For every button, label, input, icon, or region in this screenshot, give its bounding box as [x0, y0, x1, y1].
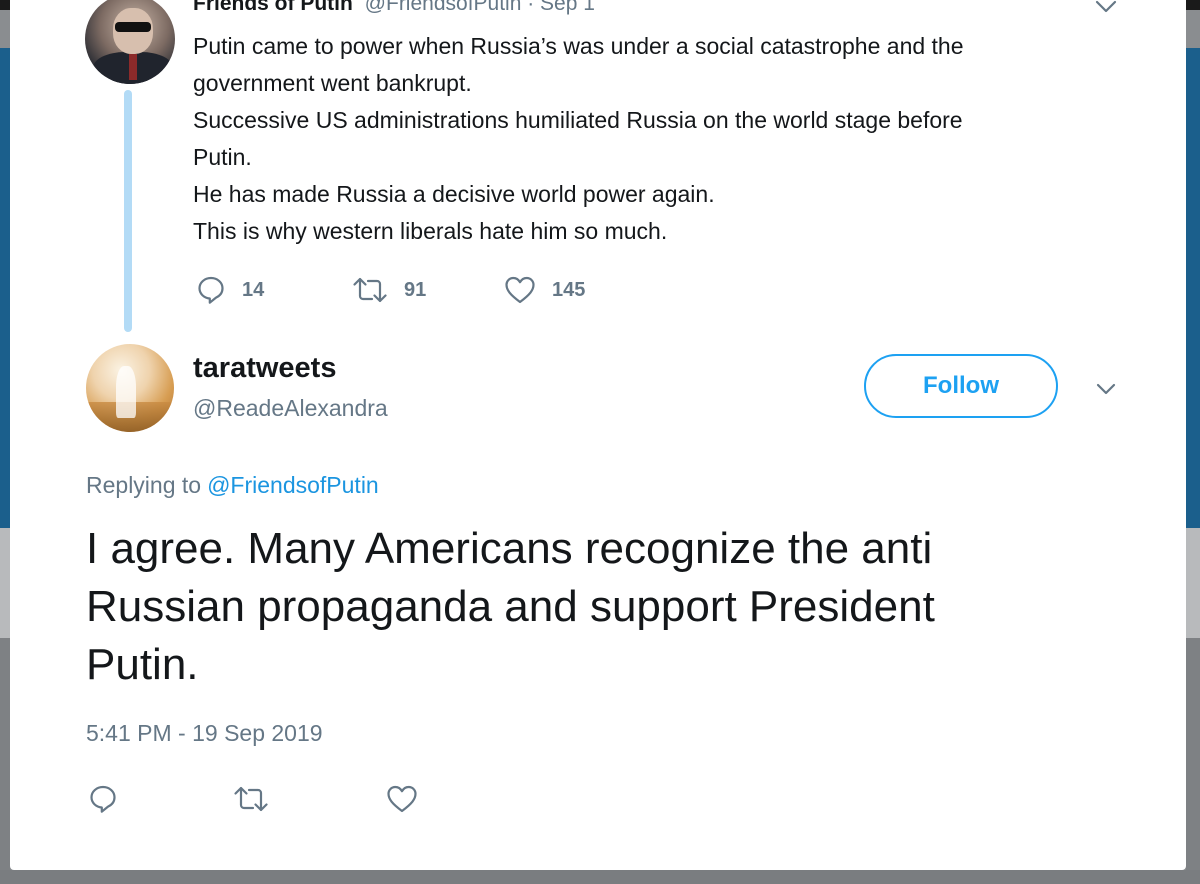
heart-icon [387, 785, 417, 813]
background-right [1186, 528, 1200, 638]
reply-display-name[interactable]: taratweets [193, 352, 336, 385]
reply-tweet-text: I agree. Many Americans recognize the an… [86, 520, 1146, 694]
reply-avatar[interactable] [86, 344, 174, 432]
parent-tweet-text: Putin came to power when Russia’s was un… [193, 28, 1093, 250]
reply-icon [198, 276, 224, 304]
retweet-count: 91 [404, 278, 427, 301]
parent-like-button[interactable]: 145 [504, 273, 585, 307]
retweet-icon [353, 277, 387, 303]
reply-handle[interactable]: @ReadeAlexandra [193, 395, 388, 422]
background-left-lower [0, 638, 10, 884]
parent-text-line: This is why western liberals hate him so… [193, 218, 668, 244]
follow-button[interactable]: Follow [864, 354, 1058, 418]
parent-text-line: He has made Russia a decisive world powe… [193, 181, 715, 207]
retweet-button[interactable] [233, 782, 269, 816]
like-count: 145 [552, 278, 586, 301]
parent-handle-time[interactable]: @FriendsofPutin · Sep 1 [365, 0, 595, 15]
thread-connector-line [124, 90, 132, 332]
reply-text-line: I agree. Many Americans recognize the an… [86, 524, 933, 573]
tweet-modal: Friends of Putin @FriendsofPutin · Sep 1… [10, 0, 1186, 870]
chevron-down-icon[interactable] [1094, 0, 1118, 14]
like-button[interactable] [386, 782, 418, 816]
parent-tweet-header: Friends of Putin @FriendsofPutin · Sep 1 [193, 0, 793, 18]
parent-display-name[interactable]: Friends of Putin [193, 0, 353, 15]
parent-retweet-button[interactable]: 91 [352, 273, 426, 307]
retweet-icon [234, 786, 268, 812]
background-header-left [0, 48, 10, 528]
parent-reply-button[interactable]: 14 [196, 273, 264, 307]
replying-to-mention[interactable]: @FriendsofPutin [207, 472, 379, 498]
parent-text-line: Putin. [193, 144, 252, 170]
parent-avatar[interactable] [85, 0, 175, 84]
reply-text-line: Russian propaganda and support President [86, 582, 935, 631]
replying-to-label: Replying to [86, 472, 202, 498]
reply-icon [90, 785, 116, 813]
replying-to: Replying to @FriendsofPutin [86, 472, 379, 499]
background-left [0, 528, 10, 638]
reply-count: 14 [242, 278, 265, 301]
parent-text-line: Putin came to power when Russia’s was un… [193, 33, 964, 59]
background-header-right [1186, 48, 1200, 528]
chevron-down-icon[interactable] [1094, 380, 1118, 398]
heart-icon [505, 276, 535, 304]
background-bottom [0, 870, 1200, 884]
background-right-lower [1186, 638, 1200, 884]
reply-button[interactable] [88, 782, 118, 816]
parent-text-line: government went bankrupt. [193, 70, 472, 96]
reply-text-line: Putin. [86, 640, 199, 689]
parent-text-line: Successive US administrations humiliated… [193, 107, 963, 133]
tweet-timestamp[interactable]: 5:41 PM - 19 Sep 2019 [86, 720, 323, 747]
